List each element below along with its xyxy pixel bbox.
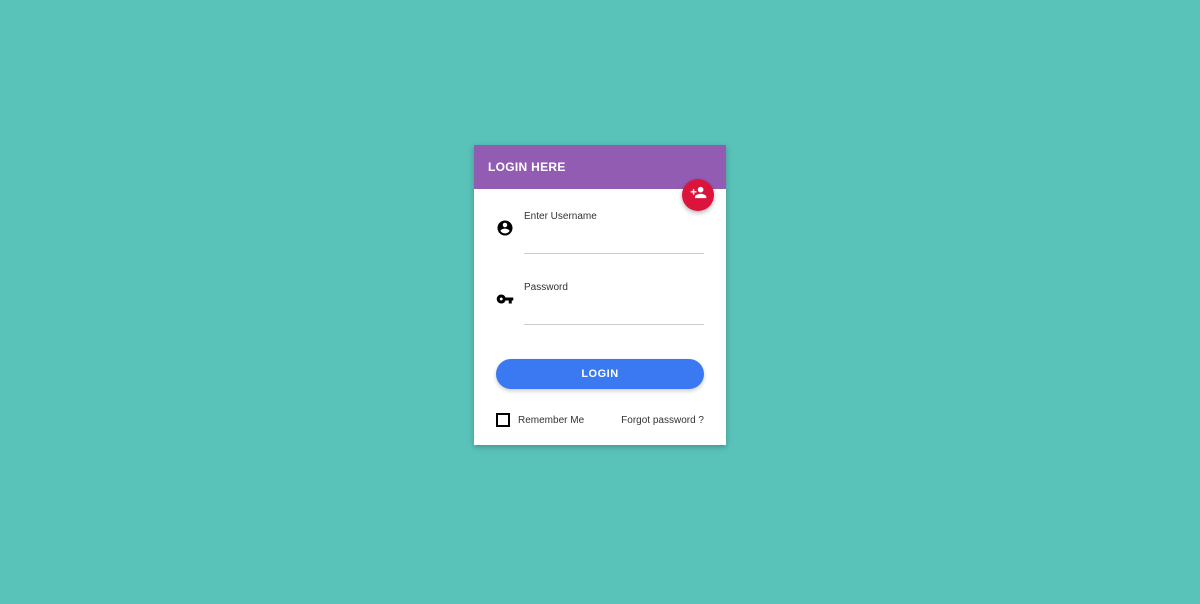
account-circle-icon — [496, 219, 514, 237]
person-add-icon — [690, 184, 707, 206]
footer-row: Remember Me Forgot password ? — [496, 413, 704, 427]
username-group: Enter Username — [524, 211, 704, 254]
password-row: Password — [496, 282, 704, 325]
card-body: Enter Username Password LOGIN Remember M… — [474, 189, 726, 445]
forgot-password-link[interactable]: Forgot password ? — [621, 415, 704, 426]
login-button[interactable]: LOGIN — [496, 359, 704, 389]
password-group: Password — [524, 282, 704, 325]
remember-me-checkbox[interactable]: Remember Me — [496, 413, 584, 427]
add-user-button[interactable] — [682, 179, 714, 211]
checkbox-icon — [496, 413, 510, 427]
remember-label: Remember Me — [518, 415, 584, 426]
username-row: Enter Username — [496, 211, 704, 254]
username-input[interactable] — [524, 226, 704, 254]
password-label: Password — [524, 282, 704, 293]
key-icon — [496, 290, 514, 308]
password-input[interactable] — [524, 297, 704, 325]
header-title: LOGIN HERE — [488, 160, 566, 174]
username-label: Enter Username — [524, 211, 704, 222]
login-card: LOGIN HERE Enter Username Password — [474, 145, 726, 445]
